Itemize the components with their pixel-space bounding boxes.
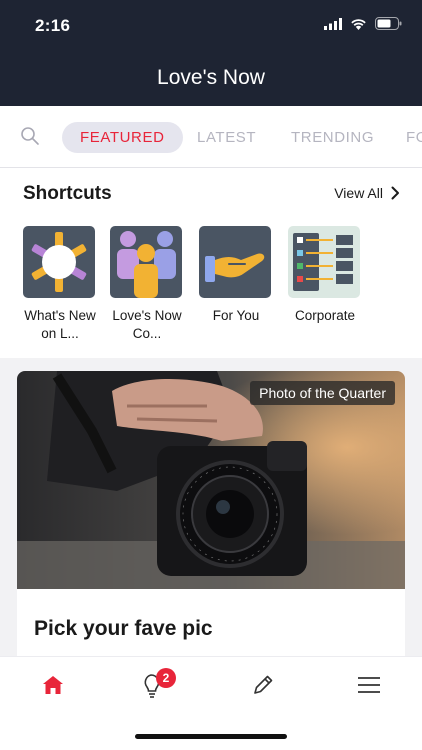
main-content: Shortcuts View All What's New on L... Lo… bbox=[0, 168, 422, 656]
shortcut-for-you[interactable]: For You bbox=[199, 226, 273, 325]
sun-flower-icon bbox=[23, 226, 95, 298]
hand-offer-icon bbox=[199, 226, 271, 298]
shortcut-whats-new[interactable]: What's New on L... bbox=[23, 226, 97, 343]
search-icon[interactable] bbox=[20, 126, 40, 146]
shortcut-label: Corporate bbox=[294, 308, 356, 323]
pencil-icon bbox=[254, 675, 273, 694]
app-header: 2:16 Love's Now bbox=[0, 0, 422, 106]
shortcut-label: Love's Now Co... bbox=[112, 308, 182, 341]
shortcut-corporate[interactable]: Corporate bbox=[288, 226, 362, 325]
shortcut-loves-now-co[interactable]: Love's Now Co... bbox=[110, 226, 184, 343]
wifi-icon bbox=[351, 18, 366, 30]
nav-home[interactable] bbox=[33, 665, 73, 705]
shortcuts-title: Shortcuts bbox=[23, 183, 112, 204]
photo-badge: Photo of the Quarter bbox=[250, 381, 395, 405]
status-time: 2:16 bbox=[35, 16, 71, 35]
menu-icon bbox=[358, 677, 380, 693]
people-group-icon bbox=[110, 226, 182, 298]
tab-partial[interactable]: FO bbox=[406, 122, 422, 153]
view-all-label: View All bbox=[334, 185, 383, 201]
nav-compose[interactable] bbox=[243, 665, 283, 705]
status-icons bbox=[324, 17, 402, 30]
tab-featured[interactable]: FEATURED bbox=[62, 122, 183, 153]
chevron-right-icon bbox=[391, 186, 399, 200]
shortcuts-section: Shortcuts View All What's New on L... Lo… bbox=[0, 168, 422, 358]
shortcut-label: What's New on L... bbox=[24, 308, 96, 341]
view-all-button[interactable]: View All bbox=[334, 185, 400, 201]
tab-trending[interactable]: TRENDING bbox=[291, 122, 374, 153]
org-chart-icon bbox=[288, 226, 360, 298]
signal-icon bbox=[324, 17, 342, 30]
card-title: Pick your fave pic bbox=[34, 617, 213, 640]
nav-ideas[interactable]: 2 bbox=[133, 665, 176, 705]
category-tabbar: FEATURED LATEST TRENDING FO bbox=[0, 106, 422, 168]
camera-photo-image: Photo of the Quarter bbox=[17, 371, 405, 589]
photo-of-quarter-card[interactable]: Photo of the Quarter Pick your fave pic bbox=[17, 371, 405, 656]
app-title: Love's Now bbox=[157, 66, 265, 89]
home-icon bbox=[43, 676, 63, 694]
battery-icon bbox=[375, 17, 402, 30]
home-indicator bbox=[135, 734, 287, 739]
shortcut-label: For You bbox=[212, 308, 260, 323]
tab-latest[interactable]: LATEST bbox=[197, 122, 256, 153]
notification-badge: 2 bbox=[156, 668, 176, 688]
nav-menu[interactable] bbox=[349, 665, 389, 705]
